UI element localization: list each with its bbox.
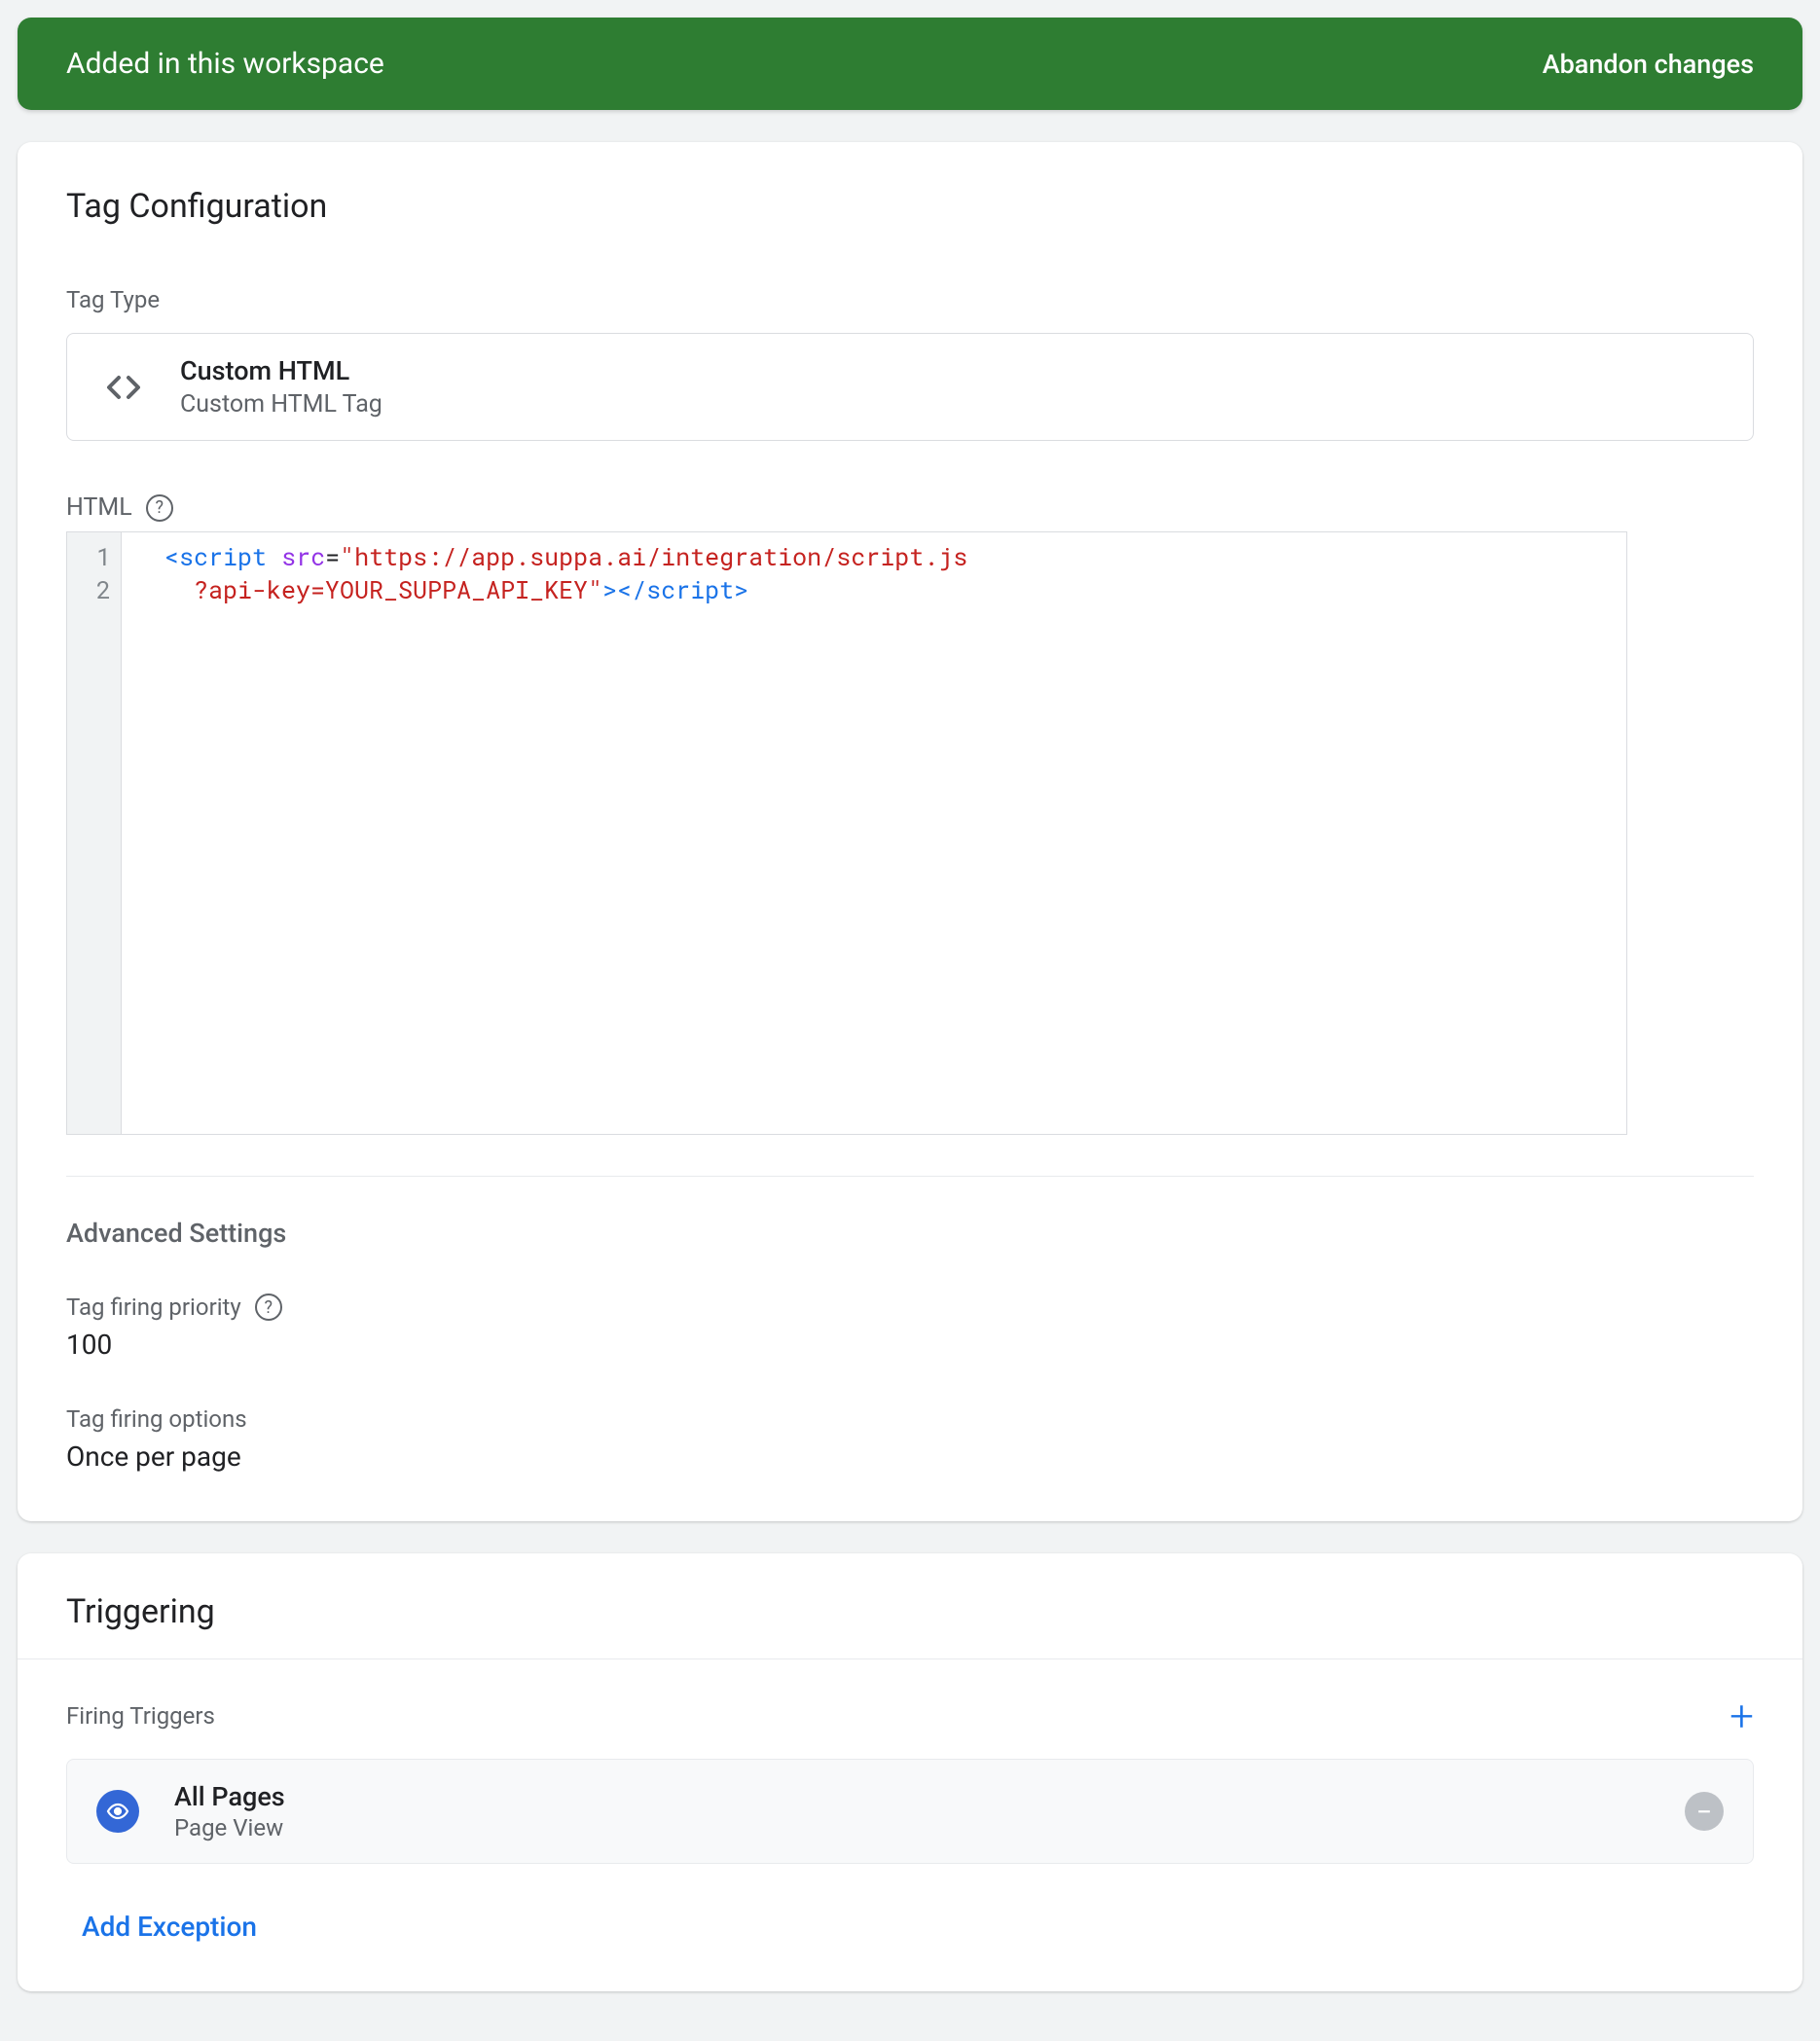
triggering-card: Triggering Firing Triggers + All Pages P…: [18, 1553, 1802, 1991]
help-icon[interactable]: ?: [146, 494, 173, 522]
help-icon[interactable]: ?: [255, 1294, 282, 1321]
abandon-changes-button[interactable]: Abandon changes: [1543, 49, 1754, 80]
tag-firing-priority-label: Tag firing priority ?: [66, 1294, 1754, 1321]
tag-type-description: Custom HTML Tag: [180, 390, 382, 419]
advanced-settings-title: Advanced Settings: [66, 1218, 1754, 1249]
code-gutter: 12: [67, 532, 122, 1134]
triggering-title: Triggering: [66, 1592, 1754, 1631]
tag-type-name: Custom HTML: [180, 355, 382, 386]
add-exception-button[interactable]: Add Exception: [82, 1911, 1754, 1943]
tag-type-selector[interactable]: Custom HTML Custom HTML Tag: [66, 333, 1754, 441]
tag-type-label: Tag Type: [66, 286, 1754, 313]
tag-firing-priority-value: 100: [66, 1329, 1754, 1361]
code-icon: [102, 366, 145, 409]
eye-icon: [96, 1790, 139, 1833]
banner-message: Added in this workspace: [66, 47, 384, 81]
add-trigger-button[interactable]: +: [1729, 1695, 1754, 1737]
tag-firing-options-label: Tag firing options: [66, 1405, 1754, 1433]
trigger-name: All Pages: [174, 1781, 285, 1812]
trigger-type: Page View: [174, 1814, 285, 1841]
trigger-row-all-pages[interactable]: All Pages Page View: [66, 1759, 1754, 1864]
code-content[interactable]: <script src="https://app.suppa.ai/integr…: [122, 532, 1626, 1134]
divider: [66, 1176, 1754, 1177]
tag-configuration-title: Tag Configuration: [66, 187, 1754, 226]
workspace-banner: Added in this workspace Abandon changes: [18, 18, 1802, 110]
html-code-editor[interactable]: 12 <script src="https://app.suppa.ai/int…: [66, 531, 1627, 1135]
remove-trigger-button[interactable]: [1685, 1792, 1724, 1831]
tag-configuration-card: Tag Configuration Tag Type Custom HTML C…: [18, 142, 1802, 1521]
html-field-label: HTML: [66, 493, 132, 522]
firing-triggers-label: Firing Triggers: [66, 1702, 215, 1730]
tag-firing-options-value: Once per page: [66, 1440, 1754, 1473]
